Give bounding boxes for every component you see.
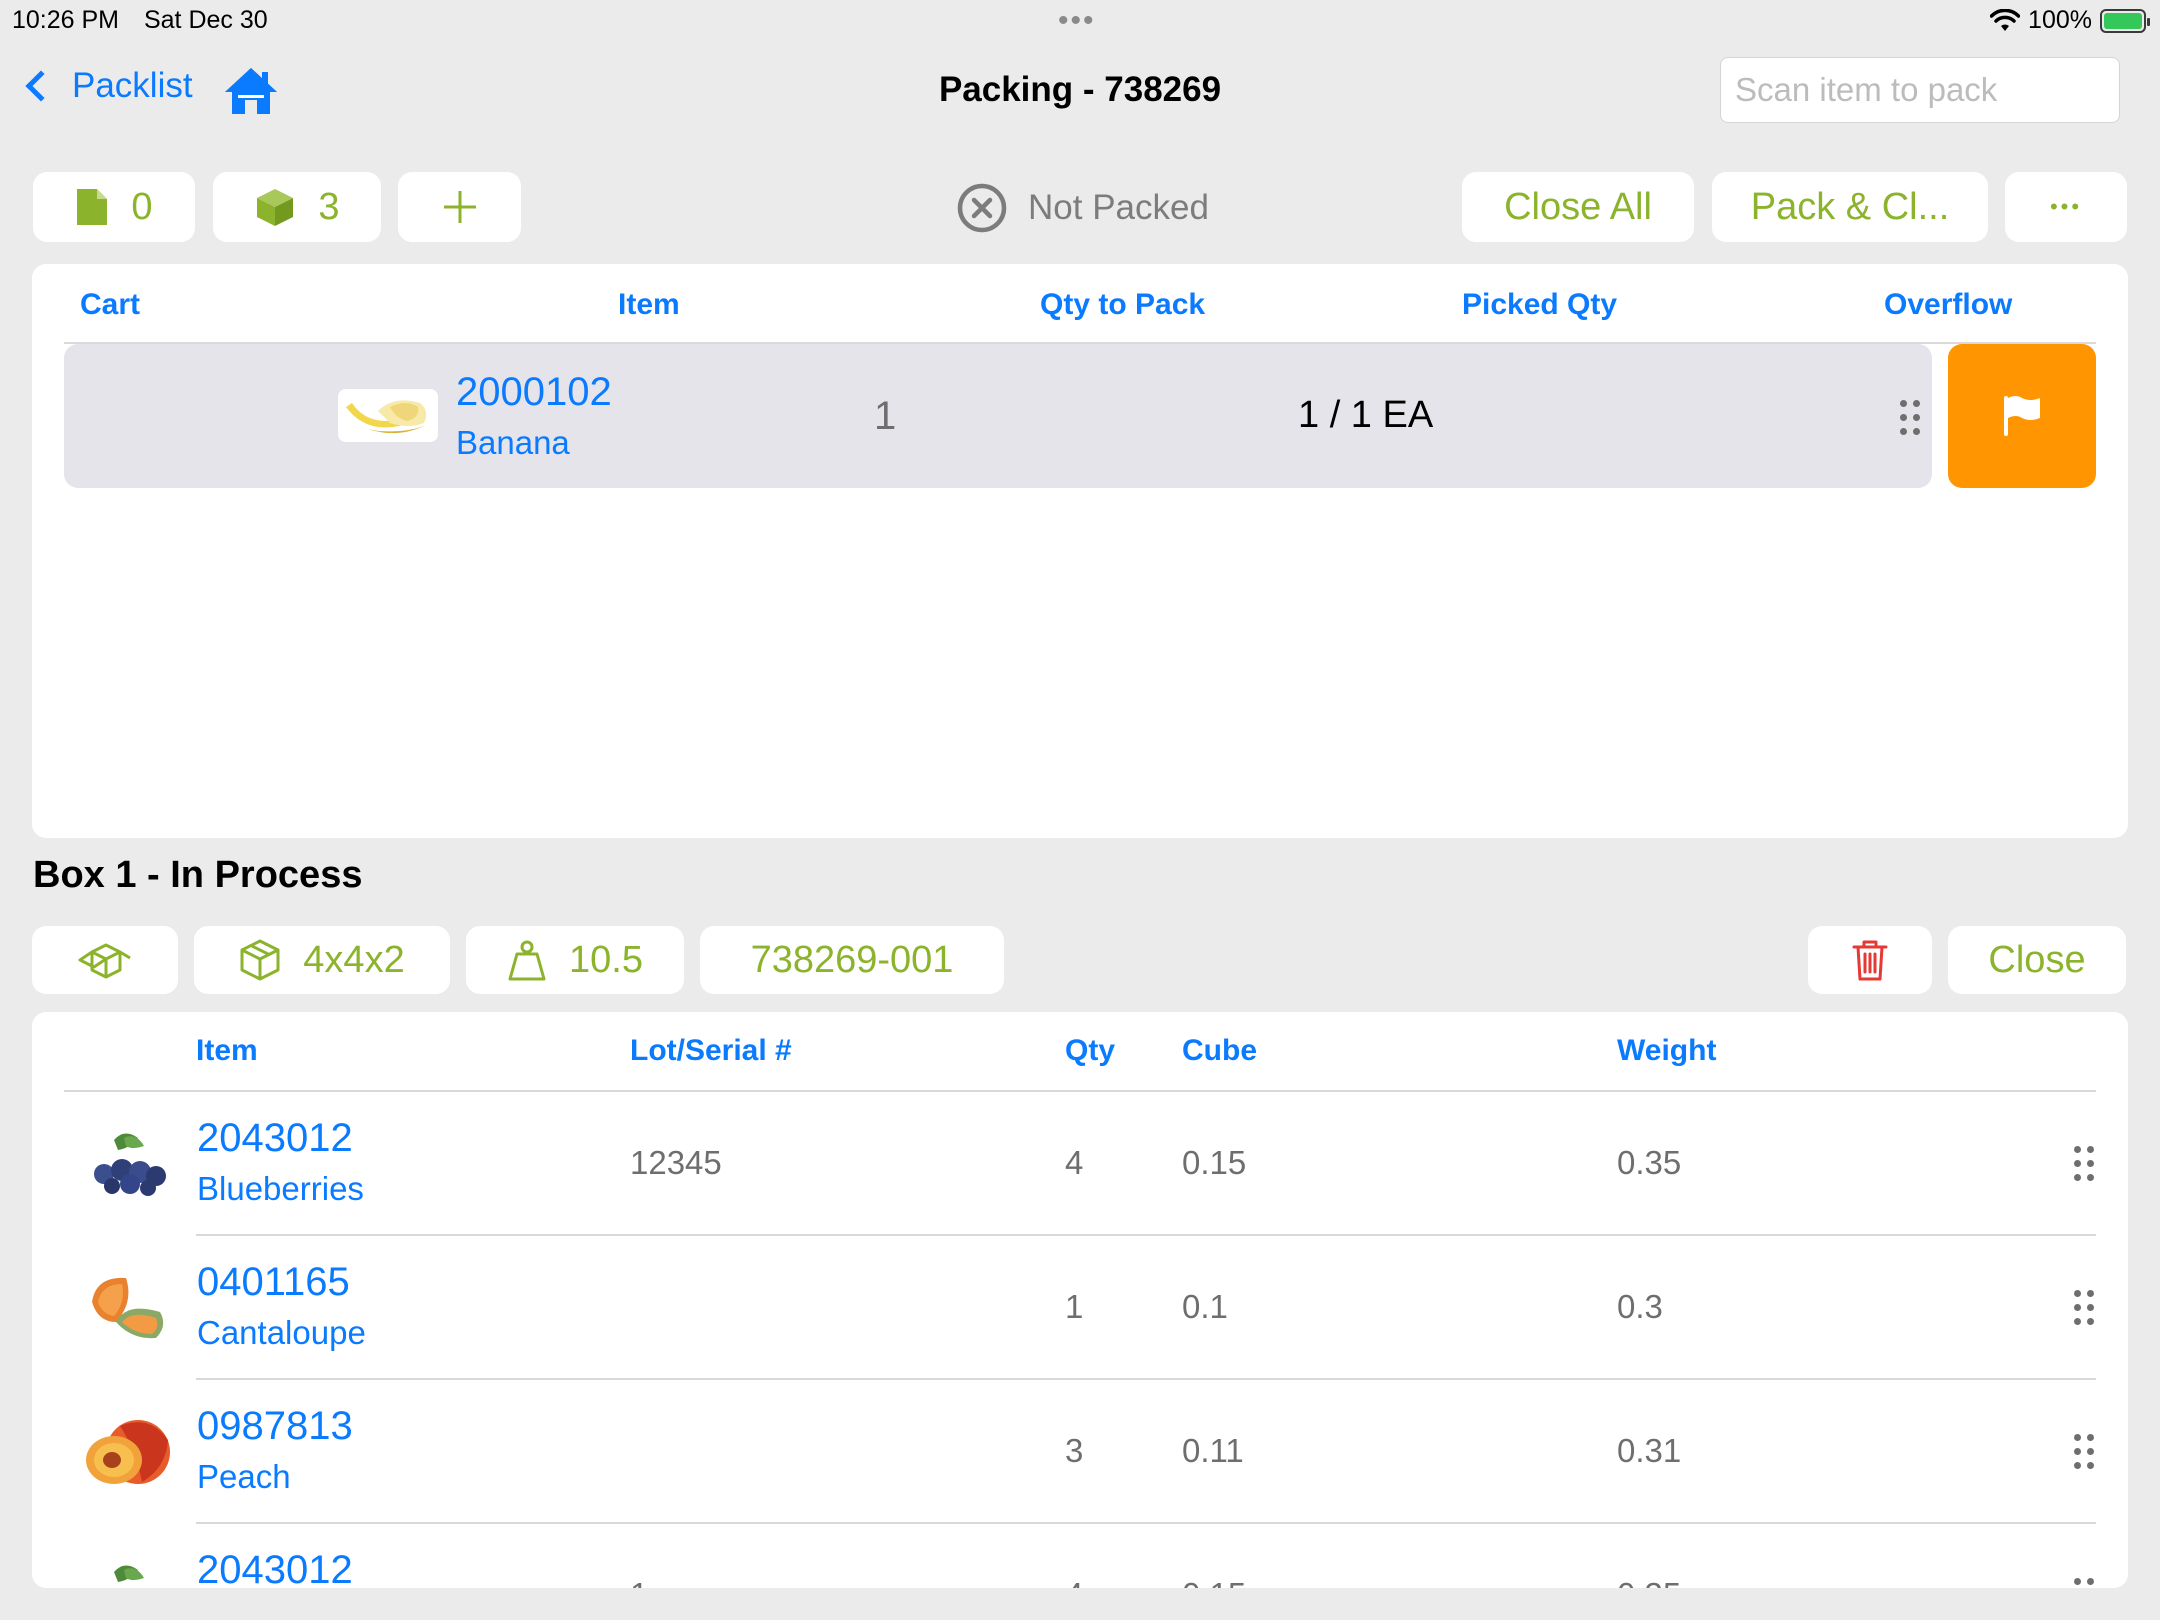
item-name: Cantaloupe [197, 1314, 366, 1351]
banana-image [338, 389, 438, 442]
item-code-link[interactable]: 2000102 [456, 370, 612, 415]
overflow-flag-button[interactable] [1948, 344, 2096, 488]
drag-handle-icon[interactable] [1900, 400, 1920, 436]
weight-value: 0.35 [1617, 1144, 1682, 1181]
boxes-button[interactable]: 3 [213, 172, 381, 242]
box-col-header-qty[interactable]: Qty [1065, 1034, 1115, 1068]
weight-value: 0.31 [1617, 1432, 1682, 1469]
status-bar-left: 10:26 PM Sat Dec 30 [12, 6, 286, 35]
qty-to-pack-value: 1 [874, 394, 897, 438]
cube-icon [240, 939, 280, 981]
blueberries-image [114, 1565, 144, 1582]
item-name: Banana [456, 424, 570, 461]
battery-percent: 100% [2028, 6, 2092, 34]
qty-value: 4 [1065, 1576, 1083, 1588]
weight-value: 0.3 [1617, 1288, 1663, 1325]
table-row[interactable]: 2043012 Blueberries 12345 4 0.15 0.35 [32, 1092, 2128, 1234]
scan-item-input[interactable] [1720, 57, 2120, 123]
item-name: Peach [197, 1458, 291, 1495]
box-weight: 10.5 [569, 938, 643, 981]
drag-handle-icon[interactable] [2074, 1290, 2094, 1326]
blueberries-image [94, 1133, 166, 1196]
box-id-button[interactable]: 738269-001 [700, 926, 1004, 994]
item-code-link[interactable]: 0401165 [197, 1260, 350, 1305]
cube-value: 0.1 [1182, 1288, 1228, 1325]
cube-value: 0.15 [1182, 1576, 1246, 1588]
add-button[interactable] [398, 172, 521, 242]
table-row[interactable]: 2043012 1 4 0.15 0.35 [32, 1524, 2128, 1588]
box-col-header-weight[interactable]: Weight [1617, 1034, 1716, 1068]
drag-handle-icon[interactable] [2074, 1146, 2094, 1182]
status-date: Sat Dec 30 [143, 6, 268, 34]
close-box-button[interactable]: Close [1948, 926, 2126, 994]
document-icon [77, 189, 108, 225]
documents-button[interactable]: 0 [33, 172, 195, 242]
col-header-picked-qty[interactable]: Picked Qty [1462, 288, 1617, 322]
box-weight-button[interactable]: 10.5 [466, 926, 684, 994]
cantaloupe-image [92, 1277, 164, 1339]
status-label: Not Packed [1028, 188, 1209, 227]
item-name: Blueberries [197, 1170, 364, 1207]
flag-icon [2004, 396, 2040, 436]
qty-value: 1 [1065, 1288, 1084, 1325]
multitasking-dots[interactable]: ••• [1058, 4, 1096, 38]
trash-icon [1852, 940, 1888, 981]
box-col-header-cube[interactable]: Cube [1182, 1034, 1257, 1068]
plus-icon [443, 191, 476, 223]
box-col-header-item[interactable]: Item [196, 1034, 258, 1068]
battery-icon [2100, 8, 2150, 33]
status-time: 10:26 PM [12, 6, 120, 34]
pack-close-button[interactable]: Pack & Cl... [1712, 172, 1988, 242]
item-code-link[interactable]: 0987813 [197, 1404, 353, 1449]
qty-value: 4 [1065, 1144, 1084, 1181]
box-icon [257, 189, 294, 226]
drag-handle-icon[interactable] [2074, 1578, 2094, 1588]
col-header-qty-to-pack[interactable]: Qty to Pack [1040, 288, 1205, 322]
lot-value: 1 [630, 1576, 648, 1588]
more-button[interactable]: ••• [2005, 172, 2127, 242]
pack-status: Not Packed [956, 182, 1209, 234]
status-bar-right: 100% [1990, 6, 2150, 35]
documents-count: 0 [131, 185, 153, 228]
open-box-icon [78, 943, 131, 979]
table-row[interactable]: 0401165 Cantaloupe 1 0.1 0.3 [32, 1236, 2128, 1378]
box-open-button[interactable] [32, 926, 178, 994]
qty-value: 3 [1065, 1432, 1084, 1469]
x-circle-icon [957, 183, 1007, 233]
table-row[interactable]: 0987813 Peach 3 0.11 0.31 [32, 1380, 2128, 1522]
box-col-header-lot[interactable]: Lot/Serial # [630, 1034, 792, 1068]
box-title: Box 1 - In Process [33, 854, 363, 896]
cube-value: 0.15 [1182, 1144, 1247, 1181]
weight-value: 0.35 [1617, 1576, 1681, 1588]
picked-qty-value: 1 / 1 EA [1298, 394, 1434, 436]
peach-image [86, 1420, 170, 1484]
delete-box-button[interactable] [1808, 926, 1932, 994]
col-header-overflow[interactable]: Overflow [1884, 288, 2012, 322]
drag-handle-icon[interactable] [2074, 1434, 2094, 1470]
box-dimensions-button[interactable]: 4x4x2 [194, 926, 450, 994]
item-code-link[interactable]: 2043012 [197, 1548, 353, 1588]
box-items-table: Item Lot/Serial # Qty Cube Weight 204301… [32, 1012, 2128, 1588]
weight-icon [508, 940, 546, 981]
close-all-button[interactable]: Close All [1462, 172, 1694, 242]
lot-value: 12345 [630, 1144, 722, 1181]
col-header-cart[interactable]: Cart [80, 288, 140, 322]
col-header-item[interactable]: Item [618, 288, 680, 322]
wifi-icon [1990, 8, 2021, 31]
item-code-link[interactable]: 2043012 [197, 1116, 353, 1161]
box-dimensions: 4x4x2 [303, 938, 405, 981]
cube-value: 0.11 [1182, 1432, 1244, 1469]
boxes-count: 3 [318, 185, 340, 228]
